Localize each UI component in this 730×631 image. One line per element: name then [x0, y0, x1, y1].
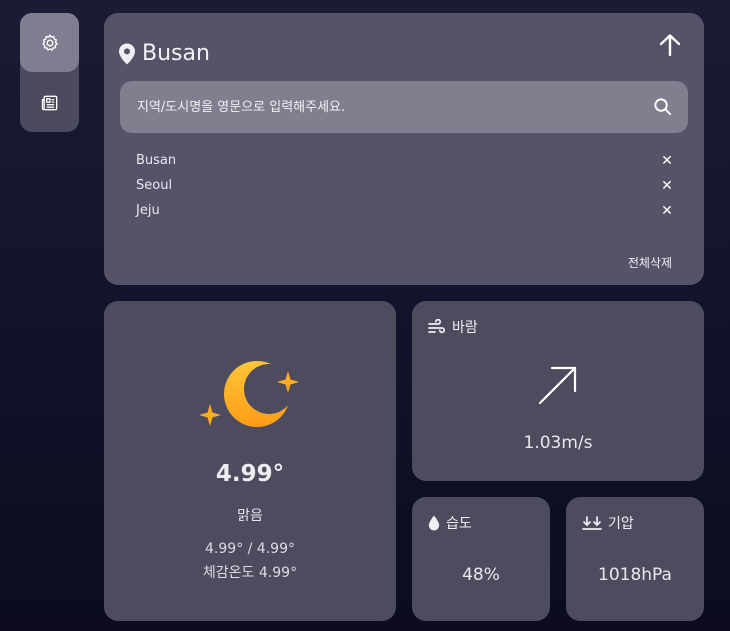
pressure-card: 기압 1018hPa: [566, 497, 704, 621]
humidity-header: 습도: [428, 513, 472, 533]
arrow-up-icon: [659, 34, 681, 57]
location-name: Busan: [142, 41, 210, 66]
wind-speed: 1.03m/s: [523, 433, 593, 453]
gear-icon: [41, 33, 58, 51]
newspaper-icon: [41, 95, 57, 110]
droplet-icon: [428, 515, 440, 531]
search-input[interactable]: [120, 81, 688, 133]
location-search-panel: Busan Busan ✕ Seoul ✕ Jeju ✕ 전체삭제: [104, 13, 704, 285]
current-location: Busan: [118, 41, 210, 66]
search-bar: [120, 81, 688, 133]
history-city[interactable]: Busan: [136, 153, 176, 168]
humidity-card: 습도 48%: [412, 497, 550, 621]
list-item[interactable]: Jeju ✕: [136, 198, 674, 223]
wind-header: 바람: [428, 317, 478, 337]
pressure-arrows-icon: [582, 516, 602, 530]
history-city[interactable]: Jeju: [136, 203, 160, 218]
pressure-value: 1018hPa: [598, 565, 672, 585]
collapse-button[interactable]: [656, 31, 684, 59]
wind-icon: [428, 319, 446, 334]
arrow-up-right-icon: [538, 366, 577, 405]
delete-icon[interactable]: ✕: [660, 203, 674, 219]
wind-card: 바람 1.03m/s: [412, 301, 704, 481]
moon-stars-icon: [199, 361, 299, 427]
wind-label: 바람: [452, 320, 478, 336]
search-history: Busan ✕ Seoul ✕ Jeju ✕: [136, 148, 674, 223]
weather-description: 맑음: [237, 508, 263, 524]
temperature: 4.99°: [215, 461, 285, 487]
history-city[interactable]: Seoul: [136, 178, 172, 193]
current-weather-card: 4.99° 맑음 4.99° / 4.99° 체감온도 4.99°: [104, 301, 396, 621]
map-pin-icon: [119, 43, 135, 64]
feels-like: 체감온도 4.99°: [202, 565, 298, 581]
pressure-header: 기압: [582, 513, 634, 533]
list-item[interactable]: Busan ✕: [136, 148, 674, 173]
clear-all-button[interactable]: 전체삭제: [628, 254, 672, 271]
delete-icon[interactable]: ✕: [660, 178, 674, 194]
humidity-value: 48%: [462, 565, 500, 585]
search-icon[interactable]: [653, 97, 672, 116]
humidity-label: 습도: [446, 516, 472, 532]
news-button[interactable]: [20, 73, 79, 132]
pressure-label: 기압: [608, 516, 634, 532]
list-item[interactable]: Seoul ✕: [136, 173, 674, 198]
settings-button[interactable]: [20, 13, 79, 72]
temperature-range: 4.99° / 4.99°: [205, 541, 295, 557]
side-navigation: [20, 13, 79, 132]
delete-icon[interactable]: ✕: [660, 153, 674, 169]
